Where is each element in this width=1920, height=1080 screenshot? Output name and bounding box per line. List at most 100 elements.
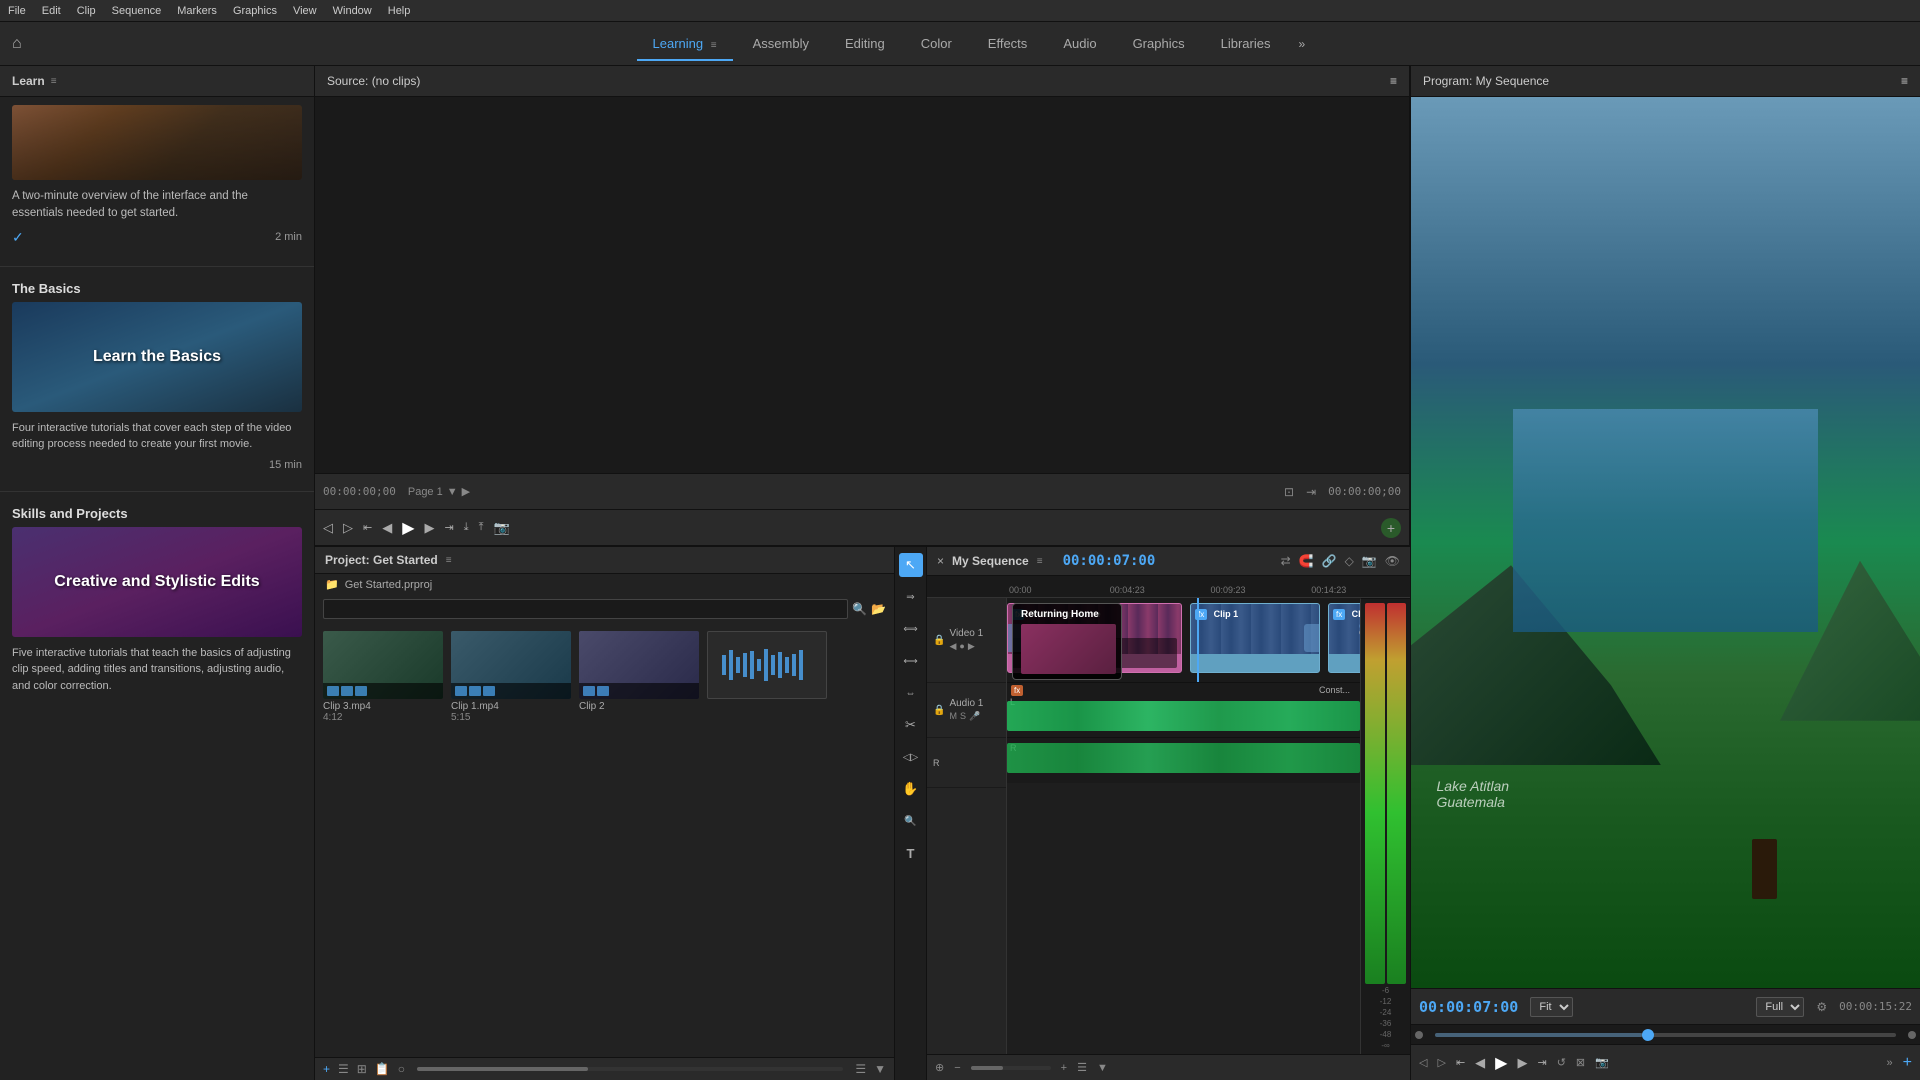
video-track-eye-icon[interactable]: ▶ — [968, 641, 975, 652]
program-add-icon[interactable]: + — [1903, 1054, 1912, 1072]
timeline-snap-icon[interactable]: 🧲 — [1299, 554, 1314, 568]
new-bin-icon[interactable]: 📂 — [871, 602, 886, 616]
menu-graphics[interactable]: Graphics — [233, 5, 277, 17]
project-down-icon[interactable]: ▼ — [874, 1062, 886, 1076]
rolling-edit-tool[interactable]: ⟷ — [899, 649, 923, 673]
source-mark-in-icon[interactable]: ◁ — [323, 520, 333, 536]
program-scrubber[interactable] — [1411, 1024, 1920, 1044]
source-step-back-icon[interactable]: ◀ — [382, 520, 392, 536]
home-button[interactable]: ⌂ — [12, 35, 22, 53]
clip-item[interactable] — [707, 631, 827, 723]
audio-track-lock-icon[interactable]: 🔒 — [933, 705, 945, 716]
source-add-icon[interactable]: + — [1381, 518, 1401, 538]
hand-tool[interactable]: ✋ — [899, 777, 923, 801]
tab-assembly[interactable]: Assembly — [737, 28, 825, 59]
timeline-settings-down-icon[interactable]: ▼ — [1097, 1062, 1108, 1074]
program-safe-margins-icon[interactable]: ⊠ — [1576, 1056, 1585, 1069]
learn-intro-thumbnail[interactable] — [12, 105, 302, 180]
page-next-icon[interactable]: ▶ — [462, 485, 470, 498]
settings-wrench-icon[interactable]: ⚙ — [1816, 1000, 1827, 1014]
resolution-dropdown[interactable]: Full — [1756, 997, 1804, 1017]
timeline-eye-icon[interactable]: 👁 — [1385, 554, 1400, 568]
source-export-icon[interactable]: ⇥ — [1306, 485, 1316, 499]
track-select-tool[interactable]: ⇒ — [899, 585, 923, 609]
search-icon[interactable]: 🔍 — [852, 602, 867, 616]
program-fast-fwd-icon[interactable]: ⇥ — [1537, 1056, 1546, 1069]
ripple-edit-tool[interactable]: ⟺ — [899, 617, 923, 641]
tab-effects[interactable]: Effects — [972, 28, 1044, 59]
timeline-menu-icon[interactable]: ≡ — [1037, 556, 1043, 567]
program-scrubber-track[interactable] — [1435, 1033, 1896, 1037]
learn-panel-menu-icon[interactable]: ≡ — [51, 76, 57, 87]
menu-clip[interactable]: Clip — [77, 5, 96, 17]
list-view-icon[interactable]: ☰ — [338, 1062, 349, 1076]
program-mark-out-icon[interactable]: ▷ — [1437, 1056, 1445, 1069]
source-fast-fwd-icon[interactable]: ⇥ — [445, 521, 454, 534]
source-step-fwd-icon[interactable]: ▶ — [425, 520, 435, 536]
program-mark-in-icon[interactable]: ◁ — [1419, 1056, 1427, 1069]
video-track-toggle-output-icon[interactable]: ◀ — [949, 641, 956, 652]
audio-mic-icon[interactable]: 🎤 — [969, 711, 980, 722]
video-track-toggle-sync-icon[interactable]: ● — [959, 641, 964, 652]
creative-thumbnail[interactable]: Creative and Stylistic Edits — [12, 527, 302, 637]
tab-learning[interactable]: Learning ≡ — [637, 28, 733, 59]
program-panel-menu-icon[interactable]: ≡ — [1901, 74, 1908, 88]
text-tool[interactable]: T — [899, 841, 923, 865]
timeline-clip-clip1[interactable]: fx Clip 1 — [1190, 603, 1320, 673]
program-step-back-icon[interactable]: ◀ — [1475, 1055, 1485, 1071]
audio-solo-icon[interactable]: S — [960, 711, 966, 722]
menu-window[interactable]: Window — [333, 5, 372, 17]
program-more-icon[interactable]: » — [1887, 1057, 1893, 1069]
source-mark-out-icon[interactable]: ▷ — [343, 520, 353, 536]
icon-view-icon[interactable]: ⊞ — [357, 1062, 367, 1076]
menu-file[interactable]: File — [8, 5, 26, 17]
program-step-fwd-icon[interactable]: ▶ — [1517, 1055, 1527, 1071]
freeform-view-icon[interactable]: ○ — [398, 1062, 405, 1076]
menu-view[interactable]: View — [293, 5, 317, 17]
basics-card[interactable]: Learn the Basics Four interactive tutori… — [0, 302, 314, 487]
zoom-tool[interactable]: 🔍 — [899, 809, 923, 833]
timeline-settings-icon[interactable]: ☰ — [1077, 1061, 1087, 1074]
scrubber-playhead[interactable] — [1642, 1029, 1654, 1041]
project-settings-icon[interactable]: ☰ — [855, 1062, 866, 1076]
timeline-zoom-slider[interactable] — [971, 1066, 1051, 1070]
timeline-linked-icon[interactable]: 🔗 — [1322, 554, 1337, 568]
tab-graphics[interactable]: Graphics — [1117, 28, 1201, 59]
source-insert-icon[interactable]: ⤓ — [464, 521, 469, 534]
tab-color[interactable]: Color — [905, 28, 968, 59]
program-play-button[interactable]: ▶ — [1495, 1053, 1507, 1073]
clip-item[interactable]: Clip 3.mp4 4:12 — [323, 631, 443, 723]
menu-sequence[interactable]: Sequence — [112, 5, 162, 17]
menu-help[interactable]: Help — [388, 5, 411, 17]
source-rewind-icon[interactable]: ⇤ — [363, 521, 372, 534]
slip-tool[interactable]: ◁▷ — [899, 745, 923, 769]
tab-audio[interactable]: Audio — [1047, 28, 1112, 59]
menu-markers[interactable]: Markers — [177, 5, 217, 17]
selection-tool[interactable]: ↖ — [899, 553, 923, 577]
clip-item[interactable]: Clip 1.mp4 5:15 — [451, 631, 571, 723]
tab-editing[interactable]: Editing — [829, 28, 901, 59]
tab-libraries[interactable]: Libraries — [1205, 28, 1287, 59]
program-loop-icon[interactable]: ↺ — [1557, 1056, 1566, 1069]
source-play-button[interactable]: ▶ — [402, 518, 414, 538]
source-overwrite-icon[interactable]: ⤒ — [479, 521, 484, 534]
page-chevron-icon[interactable]: ▼ — [447, 486, 458, 498]
source-camera-icon[interactable]: 📷 — [494, 520, 510, 536]
rate-stretch-tool[interactable]: ⇔ — [899, 681, 923, 705]
new-item-button[interactable]: + — [323, 1062, 330, 1076]
timeline-nudge-icon[interactable]: ⇄ — [1281, 554, 1291, 568]
video-track-lock-icon[interactable]: 🔒 — [933, 635, 945, 646]
source-panel-menu-icon[interactable]: ≡ — [1390, 74, 1397, 88]
timeline-clip-clip3[interactable]: fx Clip 3 Cross D — [1328, 603, 1360, 673]
timeline-add-track-icon[interactable]: ⊕ — [935, 1061, 944, 1074]
project-panel-menu-icon[interactable]: ≡ — [446, 555, 452, 566]
more-workspaces-button[interactable]: » — [1290, 33, 1313, 55]
menu-edit[interactable]: Edit — [42, 5, 61, 17]
metadata-view-icon[interactable]: 📋 — [375, 1062, 390, 1076]
program-export-frame-icon[interactable]: 📷 — [1595, 1056, 1609, 1069]
clip-item[interactable]: Clip 2 — [579, 631, 699, 723]
basics-thumbnail[interactable]: Learn the Basics — [12, 302, 302, 412]
timeline-zoom-out-icon[interactable]: − — [954, 1062, 960, 1074]
timeline-marker-icon[interactable]: ◇ — [1345, 554, 1354, 568]
timeline-camera-icon[interactable]: 📷 — [1362, 554, 1377, 568]
